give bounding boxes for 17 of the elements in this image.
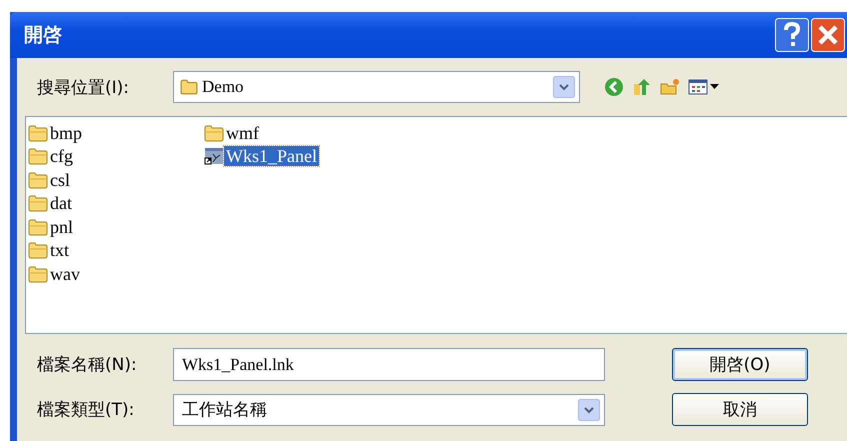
file-name-label: 檔案名稱(N): <box>36 354 138 376</box>
look-in-label: 搜尋位置(I): <box>36 76 130 98</box>
file-item[interactable]: txt <box>28 238 72 262</box>
file-item[interactable]: wav <box>28 262 82 286</box>
file-item[interactable]: dat <box>28 192 74 215</box>
open-button[interactable]: 開啓(O) <box>672 348 808 381</box>
file-type-dropdown[interactable]: 工作站名稱 <box>173 394 605 426</box>
file-item[interactable]: cfg <box>28 144 75 168</box>
file-item[interactable]: wmf <box>204 121 262 144</box>
file-item[interactable]: csl <box>28 168 72 192</box>
file-name-field[interactable]: Wks1_Panel.lnk <box>173 348 605 381</box>
window-title: 開啓 <box>24 23 62 48</box>
file-item[interactable]: bmp <box>28 121 84 144</box>
cancel-button[interactable]: 取消 <box>672 393 808 426</box>
look-in-dropdown[interactable]: Demo <box>173 71 580 103</box>
file-type-label: 檔案類型(T): <box>36 399 136 421</box>
file-item[interactable]: pnl <box>28 215 76 238</box>
